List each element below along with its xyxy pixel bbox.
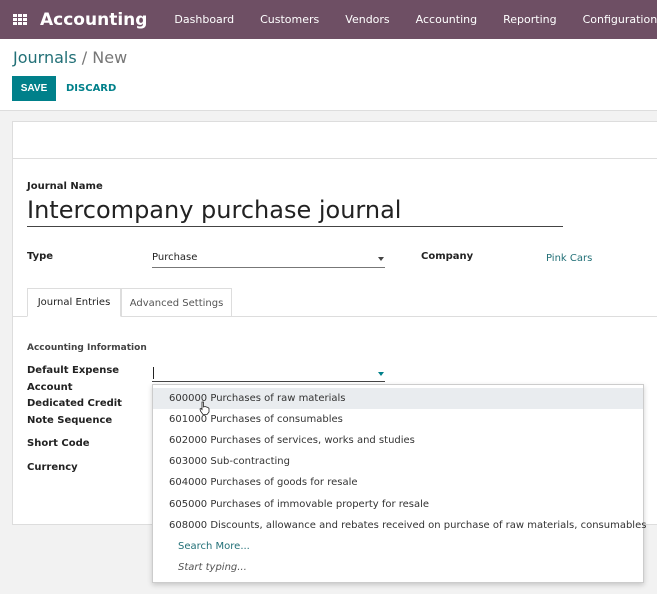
type-label: Type — [27, 251, 54, 262]
company-link[interactable]: Pink Cars — [546, 253, 592, 264]
dropdown-option[interactable]: 600000 Purchases of raw materials — [153, 388, 643, 409]
type-value: Purchase — [152, 252, 198, 263]
caret-down-icon — [378, 372, 384, 376]
menu-configuration[interactable]: Configuration — [570, 13, 657, 26]
default-expense-account-label: Default Expense Account — [27, 365, 120, 393]
section-title: Accounting Information — [27, 343, 147, 353]
caret-down-icon — [378, 257, 384, 261]
top-navbar: Accounting Dashboard Customers Vendors A… — [0, 0, 657, 39]
apps-grid-icon[interactable] — [13, 13, 27, 26]
dropdown-option[interactable]: 605000 Purchases of immovable property f… — [153, 494, 643, 515]
menu-reporting[interactable]: Reporting — [490, 13, 569, 26]
dropdown-option[interactable]: 603000 Sub-contracting — [153, 451, 643, 472]
tab-journal-entries[interactable]: Journal Entries — [27, 288, 121, 317]
notebook-tabs: Journal Entries Advanced Settings — [13, 288, 657, 317]
account-autocomplete-dropdown: 600000 Purchases of raw materials 601000… — [152, 384, 646, 583]
sheet-status-bar — [13, 122, 657, 159]
short-code-label: Short Code — [27, 438, 90, 449]
default-expense-account-input[interactable] — [152, 364, 385, 382]
app-name[interactable]: Accounting — [40, 10, 147, 30]
breadcrumb-separator: / — [81, 48, 88, 67]
control-panel: Journals / New SAVE DISCARD — [0, 39, 657, 111]
company-label: Company — [421, 251, 474, 262]
menu-vendors[interactable]: Vendors — [332, 13, 402, 26]
search-more-link[interactable]: Search More... — [153, 536, 643, 557]
menu-accounting[interactable]: Accounting — [403, 13, 490, 26]
journal-name-input[interactable]: Intercompany purchase journal — [27, 196, 563, 227]
discard-button[interactable]: DISCARD — [66, 76, 116, 101]
journal-name-label: Journal Name — [27, 181, 103, 192]
hand-pointer-icon — [199, 401, 210, 415]
text-cursor — [153, 367, 154, 379]
currency-label: Currency — [27, 462, 78, 473]
type-select[interactable]: Purchase — [152, 250, 385, 268]
menu-dashboard[interactable]: Dashboard — [161, 13, 247, 26]
credit-note-sequence-label: Dedicated Credit Note Sequence — [27, 398, 122, 426]
menu-customers[interactable]: Customers — [247, 13, 332, 26]
dropdown-option[interactable]: 604000 Purchases of goods for resale — [153, 472, 643, 493]
dropdown-option[interactable]: 608000 Discounts, allowance and rebates … — [153, 515, 646, 536]
tab-advanced-settings[interactable]: Advanced Settings — [121, 288, 232, 317]
breadcrumb-current: New — [92, 48, 128, 67]
save-button[interactable]: SAVE — [12, 76, 56, 101]
dropdown-option[interactable]: 602000 Purchases of services, works and … — [153, 430, 643, 451]
breadcrumb-journals-link[interactable]: Journals — [13, 48, 77, 67]
dropdown-option[interactable]: 601000 Purchases of consumables — [153, 409, 643, 430]
start-typing-hint: Start typing... — [178, 562, 247, 573]
breadcrumb: Journals / New — [13, 48, 127, 67]
